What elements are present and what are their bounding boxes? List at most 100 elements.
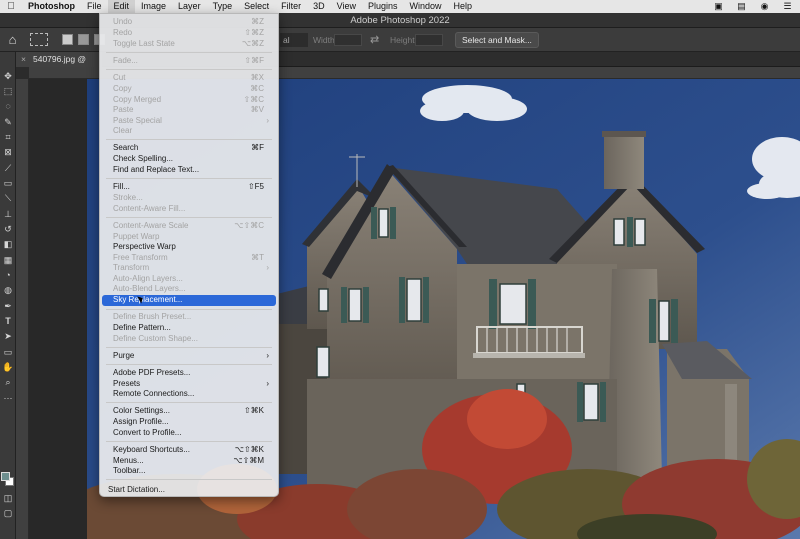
quick-select-icon[interactable]: ✎ [2, 116, 14, 128]
flag-icon[interactable]: ◉ [758, 1, 771, 11]
control-center-icon[interactable]: ☰ [781, 1, 794, 11]
menu-item-fade[interactable]: Fade... ⇧⌘F [100, 56, 278, 66]
menu-item-paste[interactable]: Paste ⌘V [100, 105, 278, 115]
menu-item-clear[interactable]: Clear [100, 126, 278, 136]
menu-3d[interactable]: 3D [307, 0, 331, 13]
menu-file[interactable]: File [81, 0, 108, 13]
width-field[interactable] [334, 34, 362, 46]
brush-icon[interactable]: ⟍ [2, 192, 14, 204]
shortcut: ⌥⇧⌘M [233, 456, 264, 465]
facetime-icon[interactable]: ▣ [712, 1, 725, 11]
zoom-icon[interactable]: ⌕ [2, 376, 14, 388]
dodge-icon[interactable]: ◍ [2, 284, 14, 296]
menu-item-start-dictation[interactable]: Start Dictation... [100, 485, 278, 495]
menu-view[interactable]: View [331, 0, 362, 13]
menu-item-convert-profile[interactable]: Convert to Profile... [100, 428, 278, 438]
clone-stamp-icon[interactable]: ⊥ [2, 208, 14, 220]
menu-select[interactable]: Select [238, 0, 275, 13]
menu-item-define-shape[interactable]: Define Custom Shape... [100, 334, 278, 344]
menu-item-redo[interactable]: Redo ⇧⌘Z [100, 28, 278, 38]
healing-icon[interactable]: ▭ [2, 177, 14, 189]
screen-icon[interactable]: ▤ [735, 1, 748, 11]
menu-item-check-spelling[interactable]: Check Spelling... [100, 154, 278, 164]
pen-icon[interactable]: ✒ [2, 300, 14, 312]
menu-item-find-replace[interactable]: Find and Replace Text... [100, 165, 278, 175]
lasso-icon[interactable]: ◌ [2, 100, 14, 112]
screen-mode-icon[interactable]: ▢ [2, 507, 14, 519]
new-selection-icon[interactable] [62, 34, 73, 45]
menu-item-transform[interactable]: Transform › [100, 263, 278, 273]
crop-icon[interactable]: ⌗ [2, 131, 14, 143]
menu-item-content-aware-fill[interactable]: Content-Aware Fill... [100, 204, 278, 214]
menu-item-content-aware-scale[interactable]: Content-Aware Scale ⌥⇧⌘C [100, 221, 278, 231]
eyedropper-icon[interactable]: ⟋ [2, 162, 14, 174]
menu-item-label: Convert to Profile... [113, 428, 182, 437]
menu-item-color-settings[interactable]: Color Settings... ⇧⌘K [100, 406, 278, 416]
marquee-icon[interactable]: ⬚ [2, 85, 14, 97]
menu-bar:  Photoshop File Edit Image Layer Type S… [0, 0, 800, 13]
menu-item-toolbar[interactable]: Toolbar... [100, 466, 278, 476]
quick-mask-icon[interactable]: ◫ [2, 492, 14, 504]
menu-edit[interactable]: Edit [107, 0, 136, 13]
menu-item-label: Sky Replacement... [113, 295, 183, 304]
foreground-color-swatch[interactable] [1, 472, 10, 481]
menu-item-toggle-last-state[interactable]: Toggle Last State ⌥⌘Z [100, 39, 278, 49]
style-select[interactable]: al [280, 33, 308, 47]
hand-icon[interactable]: ✋ [2, 361, 14, 373]
more-tools-icon[interactable]: ··· [2, 392, 14, 404]
add-selection-icon[interactable] [78, 34, 89, 45]
close-tab-icon[interactable]: × [21, 52, 26, 67]
menu-image[interactable]: Image [135, 0, 172, 13]
document-tab[interactable]: × 540796.jpg @ 37.5 [16, 52, 102, 79]
menu-item-menus[interactable]: Menus... ⌥⇧⌘M [100, 456, 278, 466]
menu-item-define-pattern[interactable]: Define Pattern... [100, 323, 278, 333]
menu-item-auto-align[interactable]: Auto-Align Layers... [100, 274, 278, 284]
menu-item-stroke[interactable]: Stroke... [100, 193, 278, 203]
menu-item-sky-replacement[interactable]: Sky Replacement... [102, 295, 276, 306]
move-icon[interactable]: ✥ [2, 70, 14, 82]
menu-item-copy[interactable]: Copy ⌘C [100, 84, 278, 94]
menu-filter[interactable]: Filter [275, 0, 307, 13]
swap-icon[interactable]: ⇄ [370, 33, 379, 46]
menu-item-copy-merged[interactable]: Copy Merged ⇧⌘C [100, 95, 278, 105]
menu-plugins[interactable]: Plugins [362, 0, 404, 13]
select-and-mask-button[interactable]: Select and Mask... [455, 32, 539, 48]
gradient-icon[interactable]: ▦ [2, 254, 14, 266]
menu-item-perspective-warp[interactable]: Perspective Warp [100, 242, 278, 252]
history-brush-icon[interactable]: ↺ [2, 223, 14, 235]
height-field[interactable] [415, 34, 443, 46]
menu-layer[interactable]: Layer [172, 0, 207, 13]
menu-app-photoshop[interactable]: Photoshop [22, 0, 81, 13]
menu-item-cut[interactable]: Cut ⌘X [100, 73, 278, 83]
eraser-icon[interactable]: ◧ [2, 238, 14, 250]
apple-icon[interactable]:  [0, 1, 22, 12]
menu-item-remote-connections[interactable]: Remote Connections... [100, 389, 278, 399]
path-select-icon[interactable]: ➤ [2, 330, 14, 342]
menu-item-free-transform[interactable]: Free Transform ⌘T [100, 253, 278, 263]
menu-item-search[interactable]: Search ⌘F [100, 143, 278, 153]
marquee-preset-icon[interactable] [30, 33, 48, 46]
submenu-arrow-icon: › [266, 263, 269, 272]
menu-item-puppet-warp[interactable]: Puppet Warp [100, 232, 278, 242]
menu-item-undo[interactable]: Undo ⌘Z [100, 17, 278, 27]
menu-item-purge[interactable]: Purge › [100, 351, 278, 361]
menu-item-label: Auto-Align Layers... [113, 274, 183, 283]
menu-item-assign-profile[interactable]: Assign Profile... [100, 417, 278, 427]
menu-item-pdf-presets[interactable]: Adobe PDF Presets... [100, 368, 278, 378]
menu-item-define-brush[interactable]: Define Brush Preset... [100, 312, 278, 322]
menu-window[interactable]: Window [404, 0, 448, 13]
frame-icon[interactable]: ⊠ [2, 146, 14, 158]
menu-help[interactable]: Help [448, 0, 479, 13]
blur-icon[interactable]: ◔ [2, 269, 14, 281]
menu-item-label: Define Pattern... [113, 323, 171, 332]
menu-item-fill[interactable]: Fill... ⇧F5 [100, 182, 278, 192]
rectangle-icon[interactable]: ▭ [2, 346, 14, 358]
menu-item-auto-blend[interactable]: Auto-Blend Layers... [100, 284, 278, 294]
menu-item-paste-special[interactable]: Paste Special › [100, 116, 278, 126]
menu-type[interactable]: Type [207, 0, 239, 13]
menu-item-keyboard-shortcuts[interactable]: Keyboard Shortcuts... ⌥⇧⌘K [100, 445, 278, 455]
menu-item-label: Puppet Warp [113, 232, 160, 241]
type-icon[interactable]: T [2, 315, 14, 327]
home-icon[interactable]: ⌂ [5, 32, 20, 47]
menu-item-presets[interactable]: Presets › [100, 379, 278, 389]
